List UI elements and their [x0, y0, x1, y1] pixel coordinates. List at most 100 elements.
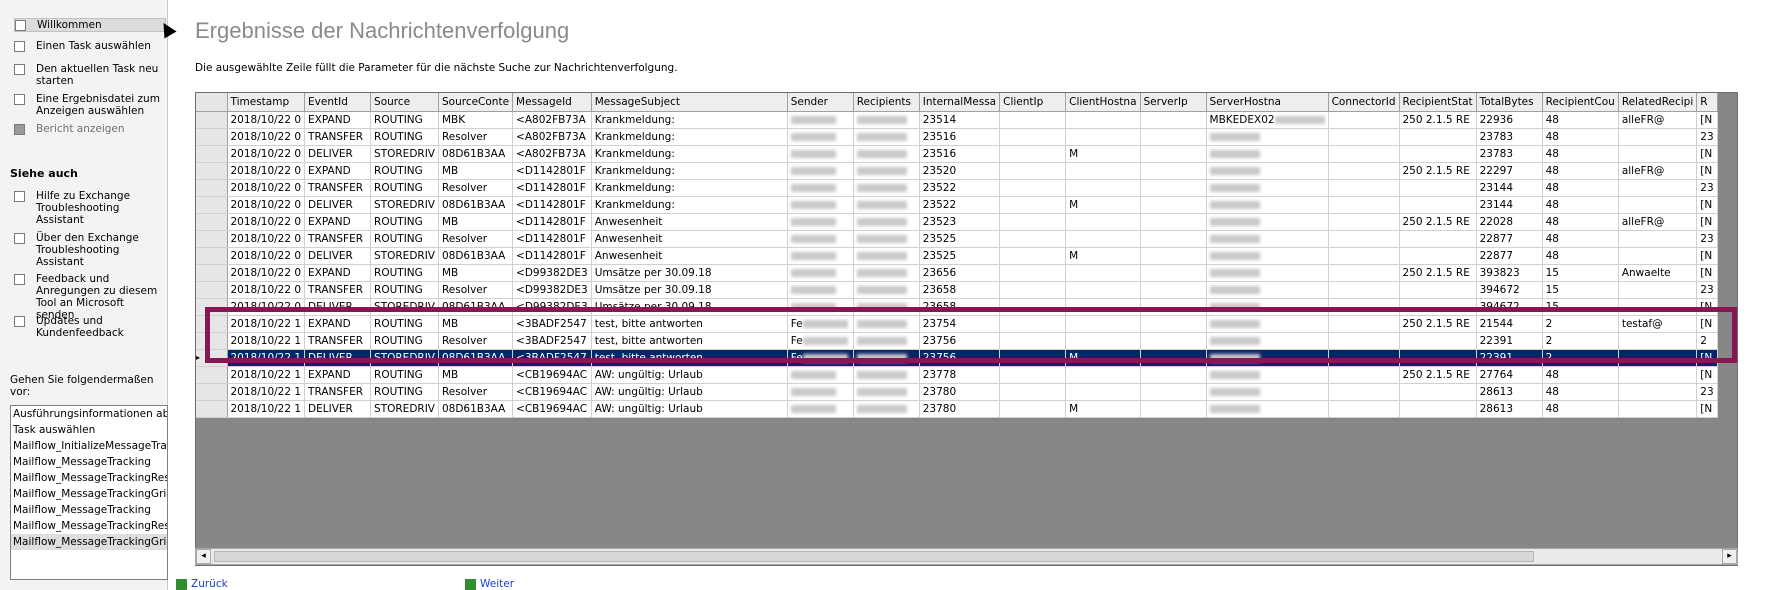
step-item[interactable]: Mailflow_MessageTracking — [11, 502, 167, 518]
table-row[interactable]: 2018/10/22 0 DELIVER STOREDRIV 08D61B3AA <D1… — [196, 247, 1718, 265]
task-link-3[interactable]: Eine Ergebnisdatei zum Anzeigen auswähle… — [14, 93, 164, 117]
row-header[interactable] — [196, 383, 228, 401]
scroll-left-icon[interactable]: ◂ — [196, 549, 211, 564]
row-header[interactable] — [196, 145, 228, 163]
table-cell — [853, 298, 920, 316]
table-row[interactable]: 2018/10/22 0 EXPAND ROUTING MB <D99382DE3 Ums… — [196, 264, 1718, 282]
column-header[interactable]: ClientHostna — [1065, 93, 1141, 112]
column-header[interactable]: SourceConte — [438, 93, 514, 112]
column-header[interactable]: TotalBytes — [1476, 93, 1543, 112]
column-header[interactable]: Timestamp — [227, 93, 306, 112]
forward-link[interactable]: Weiter — [465, 578, 514, 590]
step-item[interactable]: Mailflow_InitializeMessageTrackin — [11, 438, 167, 454]
see-also-link-3[interactable]: Updates und Kundenfeedback — [14, 315, 164, 339]
step-item[interactable]: Mailflow_MessageTrackingResul — [11, 470, 167, 486]
column-header[interactable]: InternalMessa — [919, 93, 1001, 112]
task-link-1[interactable]: Einen Task auswählen — [14, 40, 164, 52]
column-header[interactable]: Recipients — [853, 93, 920, 112]
column-header[interactable]: EventId — [304, 93, 372, 112]
redacted-block — [856, 269, 907, 277]
row-header[interactable] — [196, 366, 228, 384]
step-item[interactable]: Mailflow_MessageTrackingGrid — [11, 534, 167, 550]
table-cell: <D1142801F — [512, 179, 592, 197]
page-title: Ergebnisse der Nachrichtenverfolgung — [195, 18, 570, 43]
see-also-link-2[interactable]: Feedback und Anregungen zu diesem Tool a… — [14, 273, 164, 321]
row-header[interactable] — [196, 400, 228, 418]
column-header[interactable]: MessageId — [512, 93, 592, 112]
table-cell: 2018/10/22 1 — [227, 332, 306, 350]
cell-text: [N — [1700, 199, 1713, 211]
table-row[interactable]: 2018/10/22 0 DELIVER STOREDRIV 08D61B3AA <D9… — [196, 298, 1718, 316]
row-header[interactable] — [196, 111, 228, 129]
horizontal-scrollbar[interactable]: ◂ ▸ — [195, 548, 1738, 565]
table-row[interactable]: ▸ 2018/10/22 1 DELIVER STOREDRIV 08D61B3AA <3… — [196, 349, 1718, 367]
table-row[interactable]: 2018/10/22 0 EXPAND ROUTING MBK <A802FB73A Kr… — [196, 111, 1718, 129]
column-header[interactable]: ServerHostna — [1206, 93, 1329, 112]
row-header[interactable] — [196, 298, 228, 316]
steps-list[interactable]: Ausführungsinformationen abrufeTask ausw… — [10, 405, 168, 580]
table-cell: 15 — [1542, 264, 1619, 282]
table-row[interactable]: 2018/10/22 1 DELIVER STOREDRIV 08D61B3AA <CB… — [196, 400, 1718, 418]
row-header[interactable] — [196, 179, 228, 197]
table-cell: 23658 — [919, 298, 1001, 316]
row-header[interactable] — [196, 247, 228, 265]
step-item[interactable]: Task auswählen — [11, 422, 167, 438]
step-item[interactable]: Mailflow_MessageTrackingResul — [11, 518, 167, 534]
table-row[interactable]: 2018/10/22 0 TRANSFER ROUTING Resolver <A802… — [196, 128, 1718, 146]
table-row[interactable]: 2018/10/22 0 EXPAND ROUTING MB <D1142801F Anw… — [196, 213, 1718, 231]
back-link[interactable]: Zurück — [176, 578, 228, 590]
row-header[interactable] — [196, 315, 228, 333]
table-row[interactable]: 2018/10/22 0 DELIVER STOREDRIV 08D61B3AA <D1… — [196, 196, 1718, 214]
cell-text: TRANSFER — [308, 335, 364, 347]
message-tracking-grid[interactable]: Timestamp EventId Source SourceConte Message… — [195, 92, 1738, 566]
step-item[interactable]: Mailflow_MessageTrackingGrid — [11, 486, 167, 502]
row-header[interactable]: ▸ — [196, 349, 228, 367]
table-row[interactable]: 2018/10/22 1 TRANSFER ROUTING Resolver <CB19… — [196, 383, 1718, 401]
row-header[interactable] — [196, 230, 228, 248]
table-row[interactable]: 2018/10/22 0 TRANSFER ROUTING Resolver <D114… — [196, 230, 1718, 248]
cell-text: [N — [1700, 403, 1713, 415]
task-checkbox-icon — [14, 64, 25, 75]
scrollbar-thumb[interactable] — [214, 551, 1534, 562]
column-header[interactable]: ConnectorId — [1328, 93, 1400, 112]
table-row[interactable]: 2018/10/22 0 EXPAND ROUTING MB <D1142801F Kra… — [196, 162, 1718, 180]
table-row[interactable]: 2018/10/22 1 EXPAND ROUTING MB <3BADF2547 tes… — [196, 315, 1718, 333]
row-header[interactable] — [196, 213, 228, 231]
column-header[interactable]: RecipientStat — [1399, 93, 1477, 112]
task-link-0[interactable]: Willkommen — [14, 18, 166, 32]
table-cell: 23778 — [919, 366, 1001, 384]
step-item[interactable]: Ausführungsinformationen abrufe — [11, 406, 167, 422]
table-cell: 23520 — [919, 162, 1001, 180]
scroll-right-icon[interactable]: ▸ — [1722, 549, 1737, 564]
column-header[interactable]: Source — [370, 93, 439, 112]
step-item[interactable]: Mailflow_MessageTracking — [11, 454, 167, 470]
table-row[interactable]: 2018/10/22 1 EXPAND ROUTING MB <CB19694AC AW:… — [196, 366, 1718, 384]
column-header[interactable]: ServerIp — [1140, 93, 1207, 112]
row-header[interactable] — [196, 162, 228, 180]
table-row[interactable]: 2018/10/22 0 DELIVER STOREDRIV 08D61B3AA <A8… — [196, 145, 1718, 163]
table-cell: DELIVER — [304, 400, 372, 418]
row-header[interactable] — [196, 281, 228, 299]
row-header[interactable] — [196, 264, 228, 282]
see-also-link-0[interactable]: Hilfe zu Exchange Troubleshooting Assist… — [14, 190, 164, 226]
row-header[interactable] — [196, 332, 228, 350]
see-also-link-1[interactable]: Über den Exchange Troubleshooting Assist… — [14, 232, 164, 268]
column-header[interactable]: R — [1696, 93, 1718, 112]
redacted-block — [1209, 337, 1260, 345]
table-cell: <D1142801F — [512, 196, 592, 214]
row-header[interactable] — [196, 128, 228, 146]
task-link-2[interactable]: Den aktuellen Task neu starten — [14, 63, 164, 87]
row-header[interactable] — [196, 196, 228, 214]
table-cell: [N — [1696, 264, 1718, 282]
cell-text: 22297 — [1479, 165, 1514, 177]
column-header[interactable]: RecipientCou — [1542, 93, 1619, 112]
column-header[interactable]: RelatedRecipi — [1618, 93, 1698, 112]
table-row[interactable]: 2018/10/22 0 TRANSFER ROUTING Resolver <D114… — [196, 179, 1718, 197]
column-header[interactable]: Sender — [787, 93, 854, 112]
redacted-block — [790, 116, 836, 124]
redacted-block — [856, 371, 907, 379]
column-header[interactable]: ClientIp — [999, 93, 1067, 112]
table-row[interactable]: 2018/10/22 0 TRANSFER ROUTING Resolver <D993… — [196, 281, 1718, 299]
table-row[interactable]: 2018/10/22 1 TRANSFER ROUTING Resolver <3BAD… — [196, 332, 1718, 350]
column-header[interactable]: MessageSubject — [591, 93, 788, 112]
